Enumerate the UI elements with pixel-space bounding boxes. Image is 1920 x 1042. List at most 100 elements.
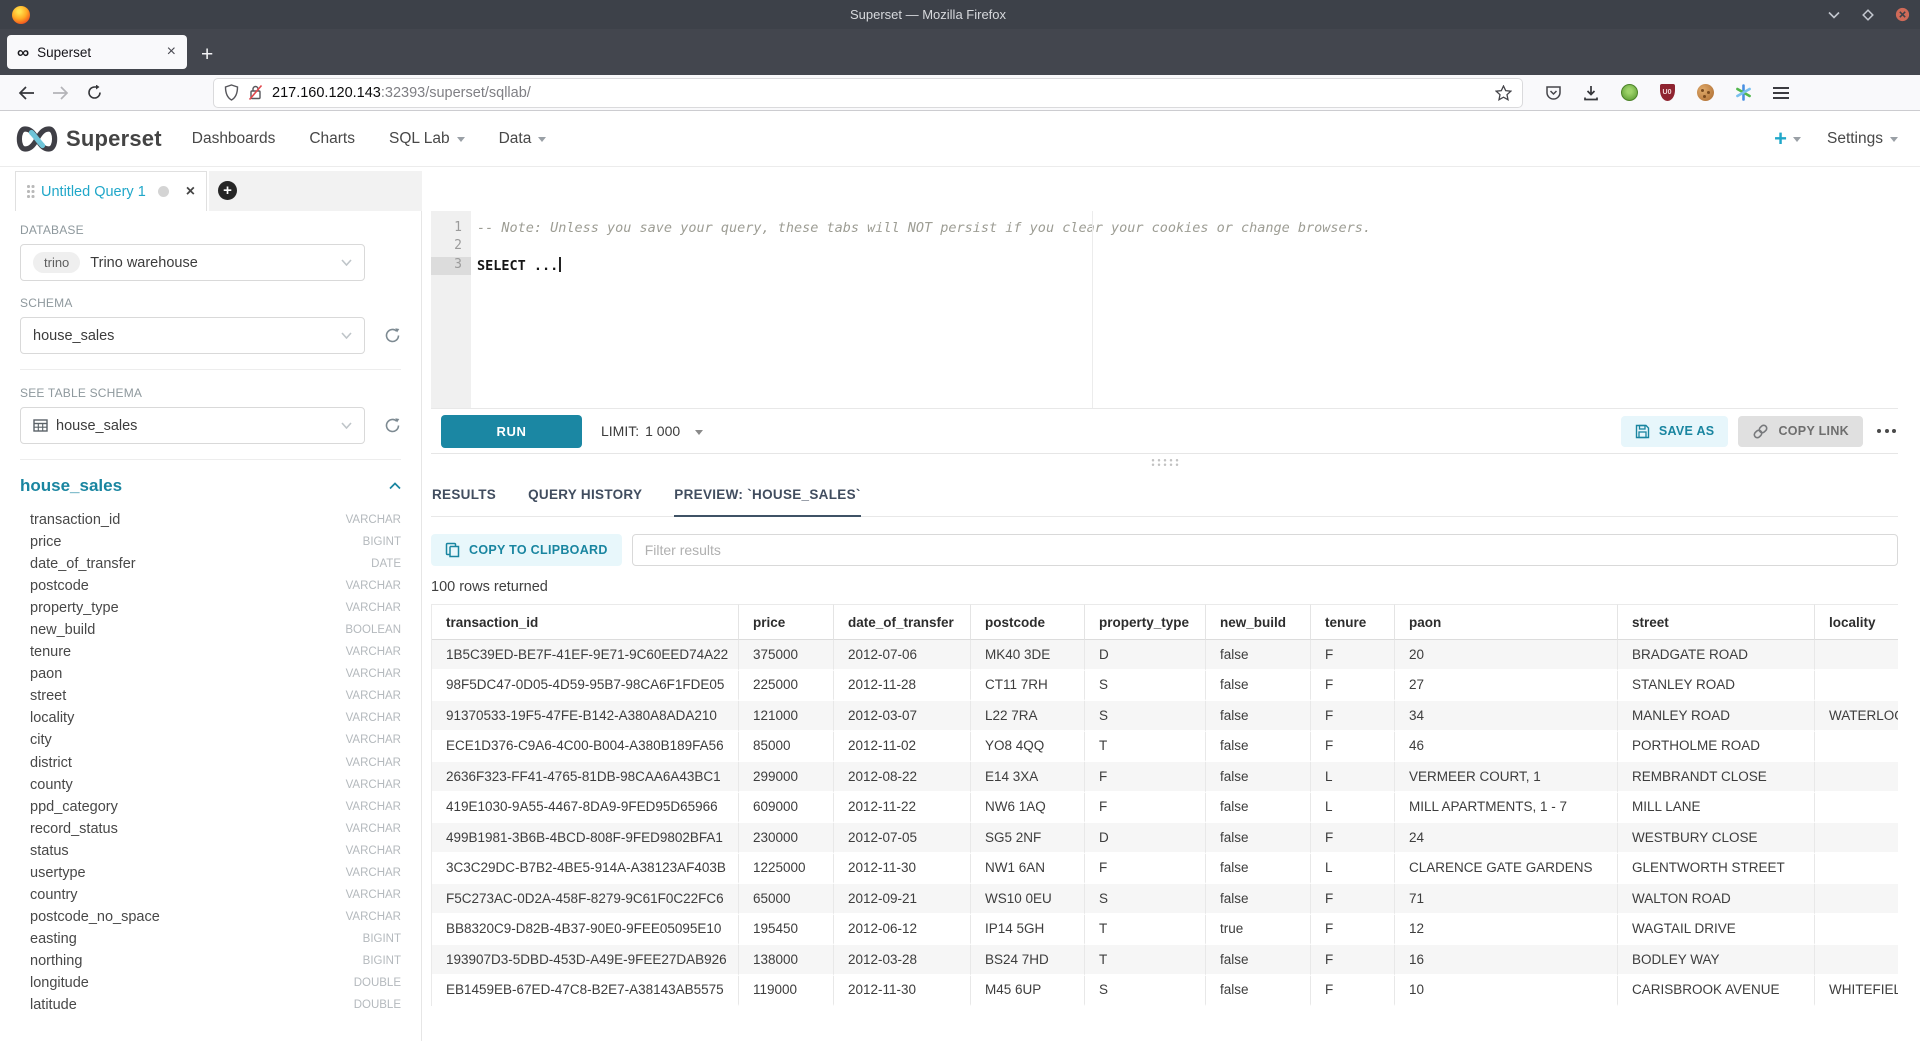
schema-column-price[interactable]: priceBIGINT	[30, 531, 401, 553]
column-header-postcode[interactable]: postcode	[971, 604, 1085, 640]
window-maximize-button[interactable]	[1860, 7, 1876, 23]
add-new-button[interactable]: +	[1774, 128, 1801, 150]
pocket-icon[interactable]	[1544, 84, 1562, 102]
window-minimize-button[interactable]	[1826, 7, 1842, 23]
tab-results[interactable]: RESULTS	[432, 487, 496, 517]
column-header-date-of-transfer[interactable]: date_of_transfer	[834, 604, 971, 640]
bookmark-star-icon[interactable]	[1495, 85, 1512, 101]
nav-menu: Dashboards Charts SQL Lab Data	[192, 130, 547, 148]
tracking-shield-icon[interactable]	[224, 84, 239, 101]
column-header-price[interactable]: price	[739, 604, 834, 640]
column-type: VARCHAR	[346, 757, 401, 769]
refresh-table-icon[interactable]	[384, 417, 401, 434]
query-tab-bar: Untitled Query 1 × +	[0, 167, 1920, 211]
browser-tab-title: Superset	[37, 45, 164, 60]
schema-column-new-build[interactable]: new_buildBOOLEAN	[30, 619, 401, 641]
back-button[interactable]	[12, 80, 40, 106]
schema-column-tenure[interactable]: tenureVARCHAR	[30, 641, 401, 663]
sql-editor[interactable]: 123 -- Note: Unless you save your query,…	[431, 211, 1898, 409]
schema-column-property-type[interactable]: property_typeVARCHAR	[30, 597, 401, 619]
new-browser-tab-button[interactable]: +	[201, 44, 213, 65]
table-cell: 138000	[739, 945, 834, 976]
schema-column-date-of-transfer[interactable]: date_of_transferDATE	[30, 553, 401, 575]
column-header-transaction-id[interactable]: transaction_id	[432, 604, 739, 640]
insecure-lock-icon[interactable]	[248, 84, 263, 101]
schema-column-paon[interactable]: paonVARCHAR	[30, 663, 401, 685]
column-header-locality[interactable]: locality	[1815, 604, 1898, 640]
schema-column-district[interactable]: districtVARCHAR	[30, 752, 401, 774]
copy-link-button[interactable]: COPY LINK	[1738, 416, 1863, 447]
schema-column-transaction-id[interactable]: transaction_idVARCHAR	[30, 509, 401, 531]
table-cell: PORTHOLME ROAD	[1618, 732, 1815, 763]
ublock-extension-icon[interactable]: U0	[1658, 84, 1676, 102]
schema-column-longitude[interactable]: longitudeDOUBLE	[30, 972, 401, 994]
nav-item-charts[interactable]: Charts	[309, 130, 355, 148]
refresh-schema-icon[interactable]	[384, 327, 401, 344]
column-type: VARCHAR	[346, 801, 401, 813]
query-tab-close-icon[interactable]: ×	[186, 183, 195, 201]
filter-results-input[interactable]	[632, 534, 1898, 566]
tab-query-history[interactable]: QUERY HISTORY	[528, 487, 642, 517]
schema-column-record-status[interactable]: record_statusVARCHAR	[30, 818, 401, 840]
schema-column-country[interactable]: countryVARCHAR	[30, 884, 401, 906]
nav-item-dashboards[interactable]: Dashboards	[192, 130, 276, 148]
schema-column-ppd-category[interactable]: ppd_categoryVARCHAR	[30, 796, 401, 818]
superset-logo[interactable]: Superset	[14, 123, 162, 155]
schema-column-northing[interactable]: northingBIGINT	[30, 950, 401, 972]
browser-tab[interactable]: ∞ Superset ×	[7, 35, 187, 69]
gutter-line-number: 3	[431, 257, 471, 275]
reload-button[interactable]	[80, 80, 108, 106]
schema-column-city[interactable]: cityVARCHAR	[30, 729, 401, 751]
database-select[interactable]: trino Trino warehouse	[20, 244, 365, 281]
nav-item-sql-lab[interactable]: SQL Lab	[389, 130, 465, 148]
schema-column-postcode[interactable]: postcodeVARCHAR	[30, 575, 401, 597]
save-as-button[interactable]: SAVE AS	[1621, 416, 1729, 447]
table-cell: M45 6UP	[971, 976, 1085, 1007]
schema-select[interactable]: house_sales	[20, 317, 365, 354]
nav-item-data[interactable]: Data	[499, 130, 547, 148]
add-query-tab-button[interactable]: +	[218, 181, 237, 200]
menu-hamburger-icon[interactable]	[1772, 84, 1790, 102]
url-bar[interactable]: 217.160.120.143:32393/superset/sqllab/	[214, 79, 1522, 107]
table-cell: 2012-11-22	[834, 793, 971, 824]
chevron-down-icon	[1890, 137, 1898, 142]
cookie-extension-icon[interactable]	[1696, 84, 1714, 102]
more-options-button[interactable]	[1875, 423, 1898, 439]
column-header-property-type[interactable]: property_type	[1085, 604, 1206, 640]
query-tab[interactable]: Untitled Query 1 ×	[15, 171, 207, 211]
table-row: F5C273AC-0D2A-458F-8279-9C61F0C22FC66500…	[432, 884, 1898, 915]
database-value: Trino warehouse	[90, 255, 197, 271]
chevron-down-icon	[695, 430, 703, 435]
column-name: status	[30, 843, 69, 859]
settings-menu[interactable]: Settings	[1827, 130, 1898, 148]
monkey-extension-icon[interactable]	[1620, 84, 1638, 102]
limit-dropdown[interactable]: LIMIT: 1 000	[601, 423, 703, 439]
table-cell: REMBRANDT CLOSE	[1618, 762, 1815, 793]
pane-resize-handle[interactable]	[1150, 458, 1180, 466]
schema-column-county[interactable]: countyVARCHAR	[30, 774, 401, 796]
column-header-paon[interactable]: paon	[1395, 604, 1618, 640]
schema-column-locality[interactable]: localityVARCHAR	[30, 707, 401, 729]
table-cell: 85000	[739, 732, 834, 763]
column-header-street[interactable]: street	[1618, 604, 1815, 640]
downloads-icon[interactable]	[1582, 84, 1600, 102]
schema-column-postcode-no-space[interactable]: postcode_no_spaceVARCHAR	[30, 906, 401, 928]
browser-tab-close-icon[interactable]: ×	[164, 43, 179, 61]
copy-to-clipboard-button[interactable]: COPY TO CLIPBOARD	[431, 534, 622, 566]
window-close-button[interactable]	[1894, 7, 1910, 23]
schema-column-easting[interactable]: eastingBIGINT	[30, 928, 401, 950]
table-cell: 375000	[739, 640, 834, 671]
forward-button[interactable]	[46, 80, 74, 106]
run-button[interactable]: RUN	[441, 415, 582, 448]
schema-column-usertype[interactable]: usertypeVARCHAR	[30, 862, 401, 884]
asterisk-extension-icon[interactable]	[1734, 84, 1752, 102]
column-header-tenure[interactable]: tenure	[1311, 604, 1395, 640]
chevron-up-icon[interactable]	[389, 482, 401, 490]
table-schema-title[interactable]: house_sales	[20, 476, 122, 496]
column-header-new-build[interactable]: new_build	[1206, 604, 1311, 640]
schema-column-latitude[interactable]: latitudeDOUBLE	[30, 994, 401, 1016]
table-select[interactable]: house_sales	[20, 407, 365, 444]
schema-column-status[interactable]: statusVARCHAR	[30, 840, 401, 862]
schema-column-street[interactable]: streetVARCHAR	[30, 685, 401, 707]
tab-preview-house-sales[interactable]: PREVIEW: `HOUSE_SALES`	[674, 487, 860, 517]
